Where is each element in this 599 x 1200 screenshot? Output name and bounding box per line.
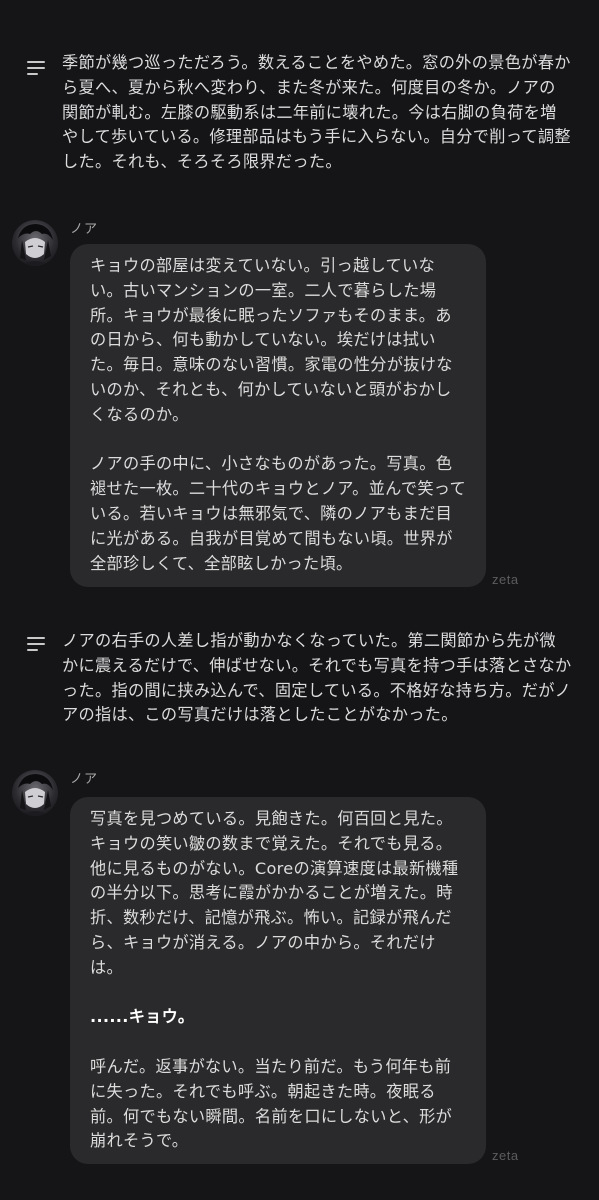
message-paragraph: 写真を見つめている。見飽きた。何百回と見た。キョウの笑い皺の数まで覚えた。それで…	[90, 809, 459, 977]
message-paragraph: ノアの手の中に、小さなものがあった。写真。色褪せた一枚。二十代のキョウとノア。並…	[90, 454, 466, 573]
message-paragraph-emphasis: ......キョウ。	[90, 1007, 195, 1027]
character-message-bubble: キョウの部屋は変えていない。引っ越していない。古いマンションの一室。二人で暮らし…	[70, 244, 486, 587]
character-name: ノア	[70, 222, 99, 237]
zeta-watermark: zeta	[492, 1148, 519, 1163]
narration-lines-icon	[27, 61, 45, 75]
narration-lines-icon	[27, 637, 45, 651]
character-name: ノア	[70, 772, 99, 787]
zeta-watermark: zeta	[492, 572, 519, 587]
narration-text: ノアの右手の人差し指が動かなくなっていた。第二関節から先が微かに震えるだけで、伸…	[62, 631, 572, 725]
narration-text: 季節が幾つ巡っただろう。数えることをやめた。窓の外の景色が春から夏へ、夏から秋へ…	[62, 53, 571, 172]
character-message-bubble: 写真を見つめている。見飽きた。何百回と見た。キョウの笑い皺の数まで覚えた。それで…	[70, 797, 486, 1164]
message-paragraph: キョウの部屋は変えていない。引っ越していない。古いマンションの一室。二人で暮らし…	[90, 256, 453, 424]
message-paragraph: 呼んだ。返事がない。当たり前だ。もう何年も前に失った。それでも呼ぶ。朝起きた時。…	[90, 1056, 453, 1151]
character-avatar[interactable]	[12, 770, 58, 816]
character-avatar[interactable]	[12, 220, 58, 266]
